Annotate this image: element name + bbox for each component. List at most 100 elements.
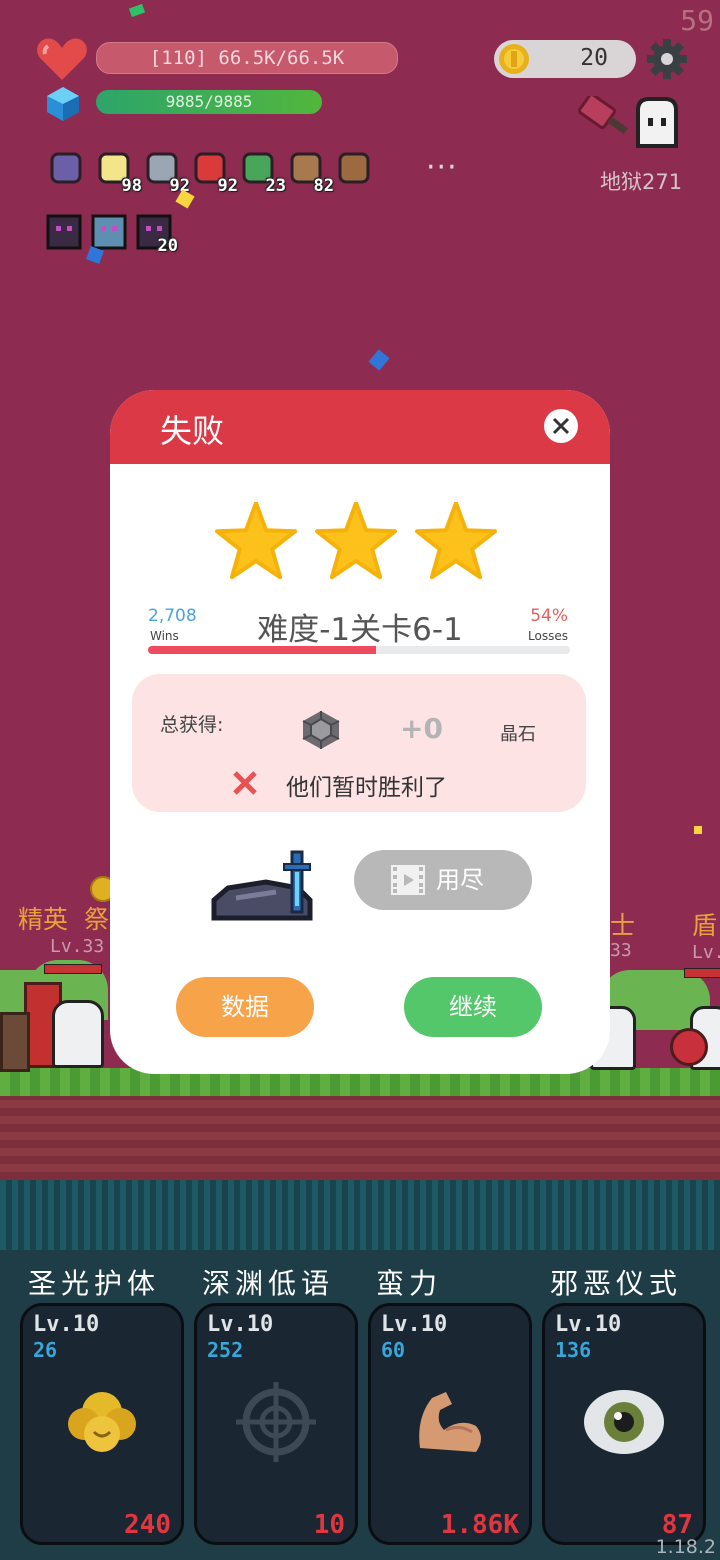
enemy-label-elite: 精英 [18,905,69,934]
sword-icon[interactable]: 92 [142,148,190,196]
star-icon [215,502,297,580]
item-count: 82 [313,176,334,196]
skill-value: 60 [381,1338,406,1362]
watch-video-button[interactable]: 用尽 [354,850,532,910]
coin-icon [499,44,529,74]
buff-count: 20 [157,236,178,256]
video-icon [391,865,425,895]
shield-icon[interactable]: 82 [286,148,334,196]
skill-card[interactable]: Lv.10 26 240 [20,1303,184,1545]
enemy-level-left: Lv.33 [50,936,105,957]
enemy-unit [52,1000,104,1068]
skill-title: 蛮力 [376,1267,443,1300]
enemy-level-right2: Lv. [692,942,720,963]
enemy-label-shield: 盾 [692,911,718,940]
skill-value: 252 [207,1338,244,1362]
crosshair-icon [236,1382,316,1462]
mana-text: 9885/9885 [165,92,253,111]
continue-button[interactable]: 继续 [404,977,542,1037]
barrel [0,1012,30,1072]
star-icon [415,502,497,580]
meat-icon[interactable] [334,148,376,190]
close-icon [552,417,570,435]
skill-level: Lv.10 [207,1312,274,1337]
demon-mask-icon[interactable]: 20 [136,214,178,256]
heart-icon [37,38,87,80]
scroll-icon-art [50,152,82,184]
result-message: 他们暂时胜利了 [286,775,447,801]
mana-bar: 9885/9885 [96,90,322,114]
confetti [694,826,702,834]
skill-cost: 1.86K [440,1510,519,1540]
skill-level: Lv.10 [555,1312,622,1337]
coin-count: 20 [580,45,608,71]
eye-icon [584,1390,664,1454]
skill-title: 深渊低语 [202,1267,335,1300]
skill-card[interactable]: Lv.10 136 87 [542,1303,706,1545]
losses-value: 54% [530,606,568,626]
skill-title: 圣光护体 [28,1267,161,1300]
cleaver-icon[interactable] [578,96,632,140]
demon-mask-icon-art [46,214,82,250]
skill-value: 26 [33,1338,58,1362]
dialog-title: 失败 [160,412,225,450]
dirt-strip [0,1096,720,1180]
hp-text: [110] 66.5K/66.5K [149,47,345,69]
enemy-health-bar [684,968,720,978]
enemy-label-priest: 祭 [84,905,110,934]
enemy-level-right: 33 [610,940,632,961]
reward-unit: 晶石 [500,724,536,745]
star-icon [315,502,397,580]
defeat-dialog: 失败 2,708 Wins 难度-1关卡6-1 54% Losses 总获得: … [110,390,610,1074]
item-count: 98 [121,176,142,196]
reward-panel: 总获得: +0 晶石 他们暂时胜利了 [132,674,586,812]
hp-bar: [110] 66.5K/66.5K [96,42,398,74]
win-loss-bar [148,646,570,654]
losses-label: Losses [528,629,568,643]
coin-counter[interactable]: 20 [494,40,636,78]
loss-fill [148,646,376,654]
enemy-label-warrior: 士 [610,911,636,940]
watch-video-label: 用尽 [436,866,484,894]
scroll-icon[interactable] [46,148,88,190]
skill-card[interactable]: Lv.10 252 10 [194,1303,358,1545]
crystal-frame-icon-art [91,214,127,250]
fallen-hero-icon [211,850,313,921]
skill-cost: 10 [313,1510,345,1540]
gem-icon [302,711,340,749]
stats-button[interactable]: 数据 [176,977,314,1037]
version-label: 1.18.2 [655,1536,716,1558]
skill-card[interactable]: Lv.10 60 1.86K [368,1303,532,1545]
cross-icon [233,771,257,795]
confetti [368,349,390,371]
meat-icon-art [338,152,370,184]
more-items-button[interactable]: ··· [426,150,458,185]
reward-label: 总获得: [160,714,224,736]
enemy-health-bar [44,964,102,974]
holy-light-icon [68,1392,136,1452]
item-count: 92 [217,176,238,196]
skill-value: 136 [555,1338,592,1362]
close-button[interactable] [544,409,578,443]
crystal-frame-icon[interactable] [91,214,127,250]
skill-level: Lv.10 [33,1312,100,1337]
watermelon-icon[interactable]: 23 [238,148,286,196]
muscle-icon [419,1392,481,1452]
star-rating [215,502,497,580]
gear-icon[interactable] [646,38,688,80]
demon-mask-icon[interactable] [46,214,82,250]
fps-counter: 59 [680,4,714,37]
skill-title: 邪恶仪式 [550,1267,683,1300]
dialog-header: 失败 [110,390,610,464]
confetti [128,3,146,18]
crystal-icon [47,87,79,121]
skill-level: Lv.10 [381,1312,448,1337]
apple-icon[interactable]: 92 [190,148,238,196]
stage-label: 地狱271 [600,170,683,194]
item-count: 23 [265,176,286,196]
ghost-icon[interactable] [632,96,682,148]
shield-token [670,1028,708,1066]
skill-cost: 240 [124,1510,171,1540]
reward-amount: +0 [400,712,443,745]
flower-icon[interactable]: 98 [94,148,142,196]
